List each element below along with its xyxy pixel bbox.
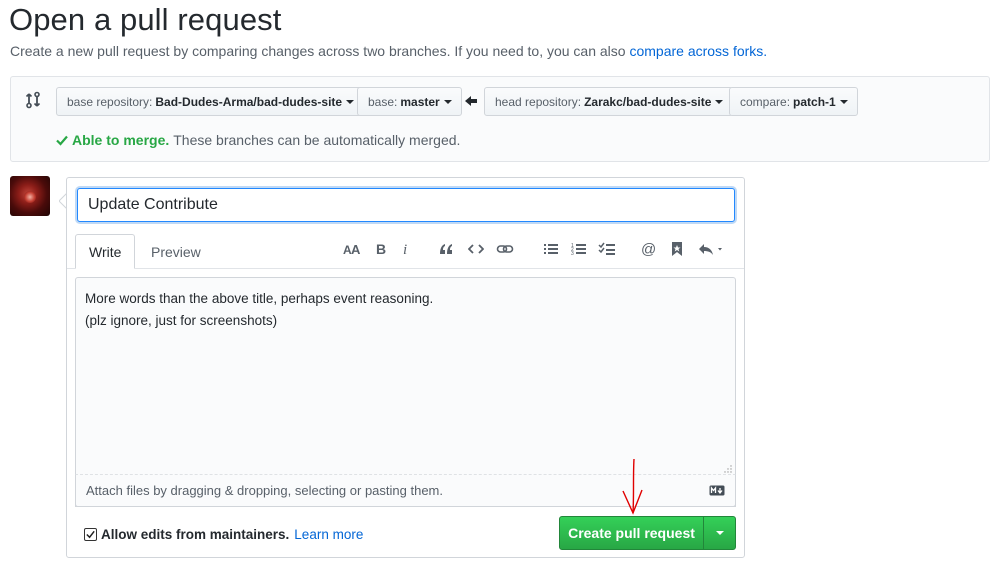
bold-icon[interactable]: B [372,240,390,258]
svg-text:@: @ [641,241,656,257]
create-options-dropdown[interactable] [703,516,736,550]
header-icon[interactable]: AA [343,240,361,258]
svg-text:B: B [376,242,386,256]
check-icon [56,135,68,146]
compare-branch-value: patch-1 [793,94,836,109]
allow-edits-checkbox[interactable] [84,528,97,541]
chevron-down-icon [346,99,355,104]
learn-more-link[interactable]: Learn more [294,527,363,542]
mention-icon[interactable]: @ [640,240,658,258]
chevron-down-icon [839,99,848,104]
base-branch-select[interactable]: base: master [357,87,462,116]
chevron-down-icon [443,99,452,104]
markdown-icon[interactable] [709,485,725,496]
tab-preview[interactable]: Preview [138,234,214,269]
saved-reply-icon[interactable] [668,240,686,258]
merge-status-text: These branches can be automatically merg… [173,132,461,148]
compare-branch-label: compare: [740,94,791,109]
git-compare-icon [25,91,41,109]
page-subtitle: Create a new pull request by comparing c… [10,43,767,59]
reply-icon[interactable] [697,240,727,258]
svg-text:3: 3 [571,251,574,256]
svg-text:i: i [403,242,407,256]
merge-status: Able to merge. These branches can be aut… [55,132,460,148]
base-repository-select[interactable]: base repository: Bad-Dudes-Arma/bad-dude… [56,87,365,116]
create-pull-request-button[interactable]: Create pull request [559,516,704,550]
italic-icon[interactable]: i [397,240,415,258]
base-repository-value: Bad-Dudes-Arma/bad-dudes-site [155,94,343,109]
link-icon[interactable] [496,240,514,258]
quote-icon[interactable] [437,240,455,258]
task-list-icon[interactable] [598,240,616,258]
merge-status-ok: Able to merge. [72,132,170,148]
chevron-down-icon [715,99,724,104]
unordered-list-icon[interactable] [542,240,560,258]
base-branch-label: base: [368,94,398,109]
branch-range-editor: base repository: Bad-Dudes-Arma/bad-dude… [10,76,990,162]
body-line: (plz ignore, just for screenshots) [85,313,278,328]
allow-edits-label: Allow edits from maintainers. [101,527,290,542]
base-repository-label: base repository: [67,94,153,109]
compare-branch-select[interactable]: compare: patch-1 [729,87,858,116]
code-icon[interactable] [467,240,485,258]
tab-write[interactable]: Write [75,234,136,269]
title-input[interactable] [77,188,735,222]
page-title: Open a pull request [9,2,282,37]
allow-maintainer-edits: Allow edits from maintainers. Learn more [84,527,363,542]
annotation-arrow-icon [622,458,643,515]
resize-grip-icon[interactable] [724,465,732,473]
avatar [10,176,50,216]
ordered-list-icon[interactable]: 123 [570,240,588,258]
head-repository-label: head repository: [495,94,582,109]
attach-files-text: Attach files by dragging & dropping, sel… [86,483,443,498]
body-line: More words than the above title, perhaps… [85,291,434,306]
head-repository-select[interactable]: head repository: Zarakc/bad-dudes-site [484,87,734,116]
chevron-down-icon [715,531,724,535]
head-repository-value: Zarakc/bad-dudes-site [584,94,712,109]
arrow-left-icon [465,96,477,106]
compare-across-forks-link[interactable]: compare across forks. [629,43,767,59]
base-branch-value: master [400,94,440,109]
subtitle-text: Create a new pull request by comparing c… [10,43,626,59]
svg-text:A: A [351,242,361,256]
